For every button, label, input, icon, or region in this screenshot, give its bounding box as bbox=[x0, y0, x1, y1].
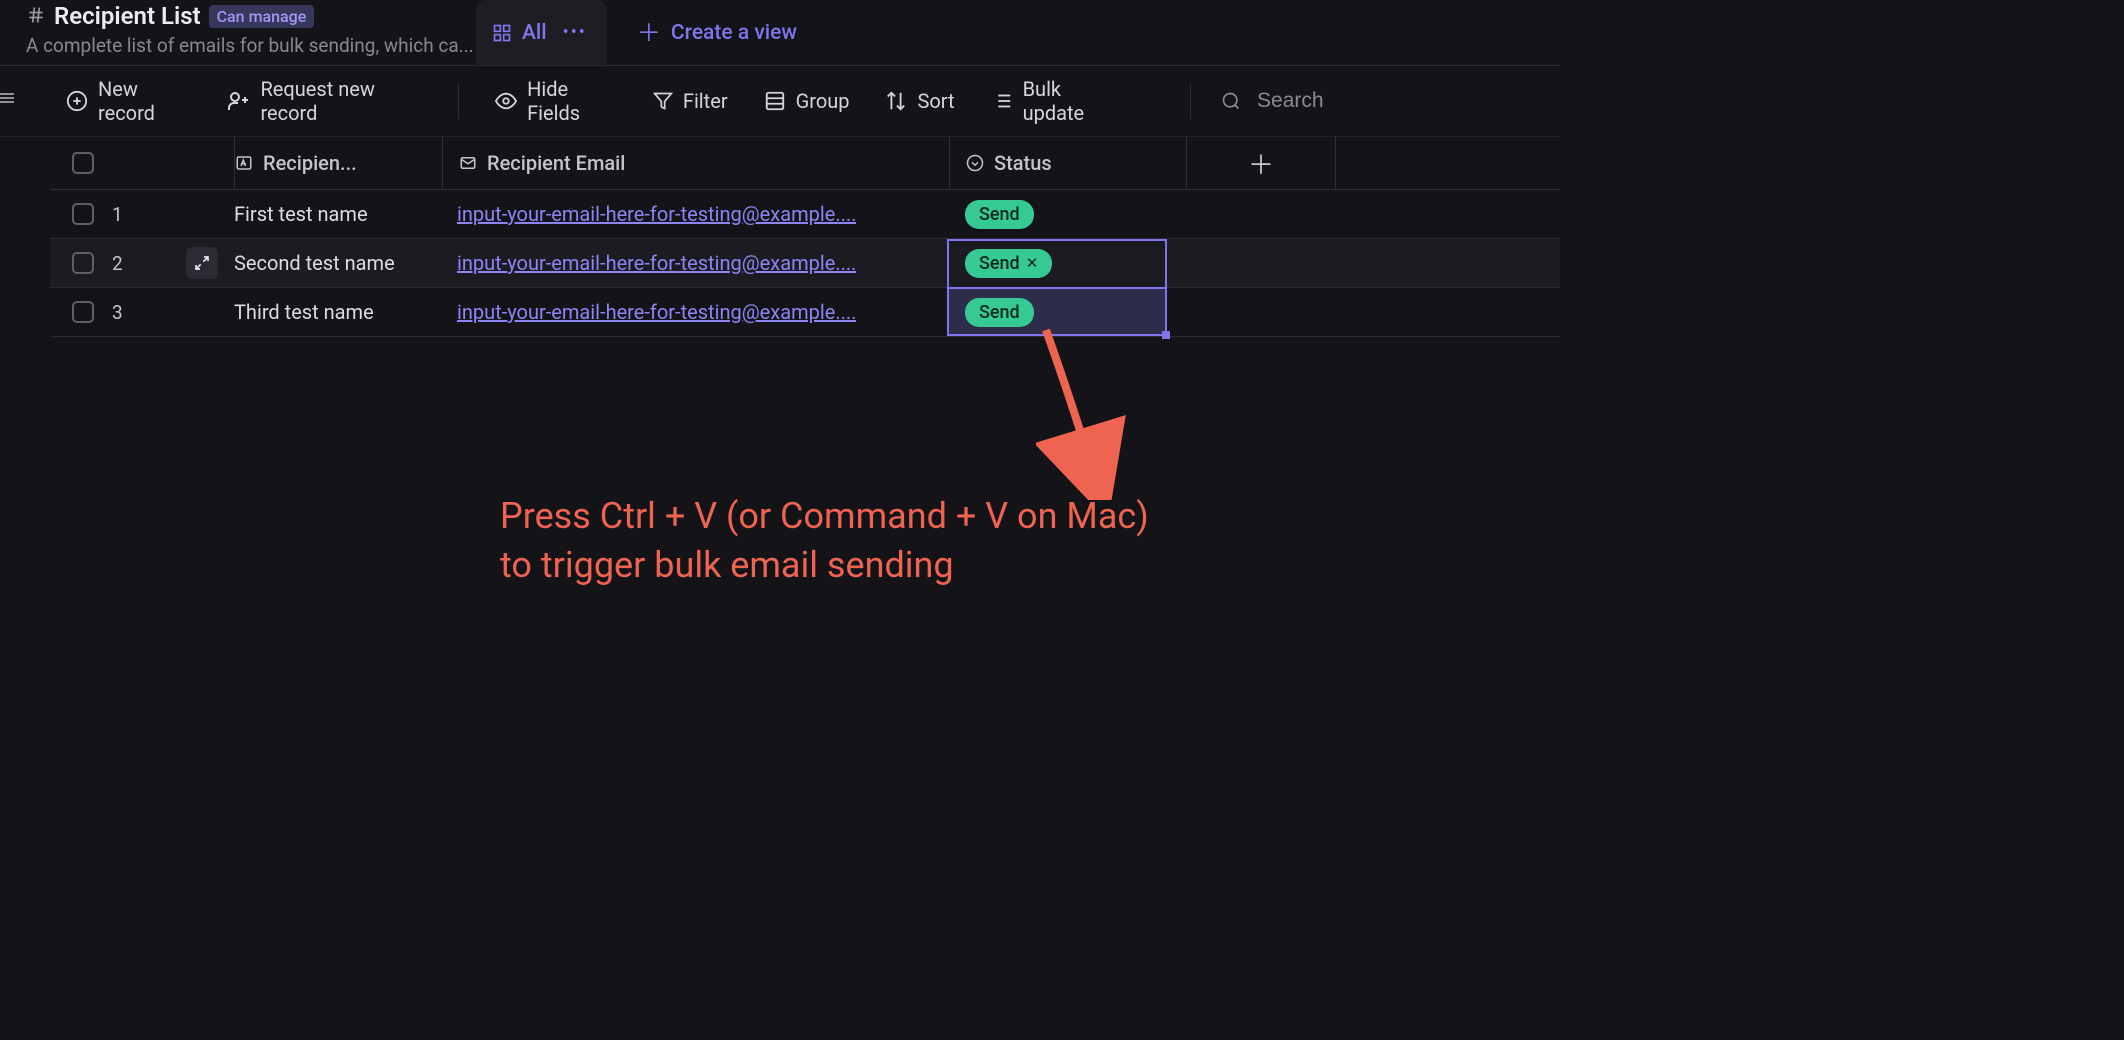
data-table: Recipien... Recipient Email Status ＋ 1 F… bbox=[50, 137, 1560, 337]
row-number: 1 bbox=[112, 203, 123, 226]
text-icon bbox=[235, 154, 253, 172]
bulk-update-button[interactable]: Bulk update bbox=[991, 77, 1118, 125]
column-header-email[interactable]: Recipient Email bbox=[443, 137, 950, 189]
grid-icon bbox=[492, 23, 512, 43]
hide-fields-button[interactable]: Hide Fields bbox=[495, 77, 617, 125]
header-checkbox-cell bbox=[50, 137, 235, 189]
group-label: Group bbox=[796, 89, 850, 113]
table-header: Recipien... Recipient Email Status ＋ bbox=[50, 137, 1560, 190]
cell-email[interactable]: input-your-email-here-for-testing@exampl… bbox=[441, 239, 947, 287]
annotation-arrow bbox=[1036, 320, 1126, 500]
cell-name[interactable]: Second test name bbox=[234, 239, 441, 287]
row-checkbox[interactable] bbox=[72, 301, 94, 323]
expand-icon bbox=[194, 255, 210, 271]
filter-button[interactable]: Filter bbox=[653, 89, 728, 113]
page-subtitle: A complete list of emails for bulk sendi… bbox=[26, 34, 476, 57]
request-record-button[interactable]: Request new record bbox=[226, 77, 422, 125]
email-link[interactable]: input-your-email-here-for-testing@exampl… bbox=[457, 251, 856, 275]
cell-email[interactable]: input-your-email-here-for-testing@exampl… bbox=[441, 190, 947, 238]
column-header-status[interactable]: Status bbox=[950, 137, 1187, 189]
sort-button[interactable]: Sort bbox=[885, 89, 954, 113]
row-number: 2 bbox=[112, 252, 123, 275]
cell-email[interactable]: input-your-email-here-for-testing@exampl… bbox=[441, 288, 947, 336]
search-box[interactable] bbox=[1190, 83, 1560, 119]
select-icon bbox=[966, 154, 984, 172]
create-view-button[interactable]: ＋ Create a view bbox=[627, 21, 807, 45]
row-checkbox[interactable] bbox=[72, 252, 94, 274]
email-icon bbox=[459, 154, 477, 172]
row-checkbox[interactable] bbox=[72, 203, 94, 225]
column-name-label: Recipien... bbox=[263, 151, 357, 175]
select-all-checkbox[interactable] bbox=[72, 152, 94, 174]
search-icon bbox=[1221, 91, 1241, 111]
create-view-label: Create a view bbox=[671, 21, 797, 45]
remove-tag-icon[interactable]: ✕ bbox=[1026, 254, 1039, 272]
new-record-button[interactable]: New record bbox=[66, 77, 190, 125]
status-badge[interactable]: Send ✕ bbox=[965, 249, 1052, 278]
selection-handle[interactable] bbox=[1162, 331, 1170, 339]
search-input[interactable] bbox=[1255, 88, 1530, 114]
tab-menu-icon[interactable]: ••• bbox=[563, 22, 587, 43]
cell-status[interactable]: Send bbox=[947, 288, 1167, 336]
column-email-label: Recipient Email bbox=[487, 151, 625, 175]
hash-icon bbox=[26, 5, 46, 28]
view-tabs: All ••• ＋ Create a view bbox=[476, 0, 807, 65]
plus-icon: ＋ bbox=[637, 21, 661, 45]
row-number: 3 bbox=[112, 301, 123, 324]
status-badge: Send bbox=[965, 200, 1034, 229]
column-status-label: Status bbox=[994, 151, 1052, 175]
sidebar-toggle[interactable] bbox=[0, 85, 14, 111]
add-column-button[interactable]: ＋ bbox=[1187, 137, 1336, 189]
tab-label: All bbox=[522, 21, 547, 45]
table-row[interactable]: 3 Third test name input-your-email-here-… bbox=[50, 288, 1560, 337]
table-row[interactable]: 1 First test name input-your-email-here-… bbox=[50, 190, 1560, 239]
filter-label: Filter bbox=[683, 89, 728, 113]
cell-name[interactable]: Third test name bbox=[234, 288, 441, 336]
tab-all[interactable]: All ••• bbox=[476, 0, 607, 65]
page-title: Recipient List bbox=[54, 2, 201, 30]
toolbar: New record Request new record Hide Field… bbox=[0, 66, 1560, 137]
email-link[interactable]: input-your-email-here-for-testing@exampl… bbox=[457, 300, 856, 324]
title-block: Recipient List Can manage A complete lis… bbox=[26, 0, 476, 57]
table-row[interactable]: 2 Second test name input-your-email-here… bbox=[50, 239, 1560, 288]
expand-row-button[interactable] bbox=[186, 247, 218, 279]
cell-name[interactable]: First test name bbox=[234, 190, 441, 238]
column-header-name[interactable]: Recipien... bbox=[235, 137, 443, 189]
group-button[interactable]: Group bbox=[764, 89, 850, 113]
permission-badge[interactable]: Can manage bbox=[209, 5, 315, 28]
email-link[interactable]: input-your-email-here-for-testing@exampl… bbox=[457, 202, 856, 226]
cell-status[interactable]: Send ✕ bbox=[947, 239, 1167, 287]
hamburger-icon bbox=[0, 91, 14, 105]
cell-status[interactable]: Send bbox=[947, 190, 1185, 238]
topbar: Recipient List Can manage A complete lis… bbox=[0, 0, 1560, 66]
plus-icon: ＋ bbox=[1248, 145, 1274, 182]
toolbar-separator bbox=[458, 83, 459, 119]
request-record-label: Request new record bbox=[260, 77, 422, 125]
annotation-text: Press Ctrl + V (or Command + V on Mac) t… bbox=[500, 492, 1149, 589]
new-record-label: New record bbox=[98, 77, 190, 125]
status-badge: Send bbox=[965, 298, 1034, 327]
hide-fields-label: Hide Fields bbox=[527, 77, 617, 125]
bulk-update-label: Bulk update bbox=[1023, 77, 1118, 125]
sort-label: Sort bbox=[917, 89, 954, 113]
